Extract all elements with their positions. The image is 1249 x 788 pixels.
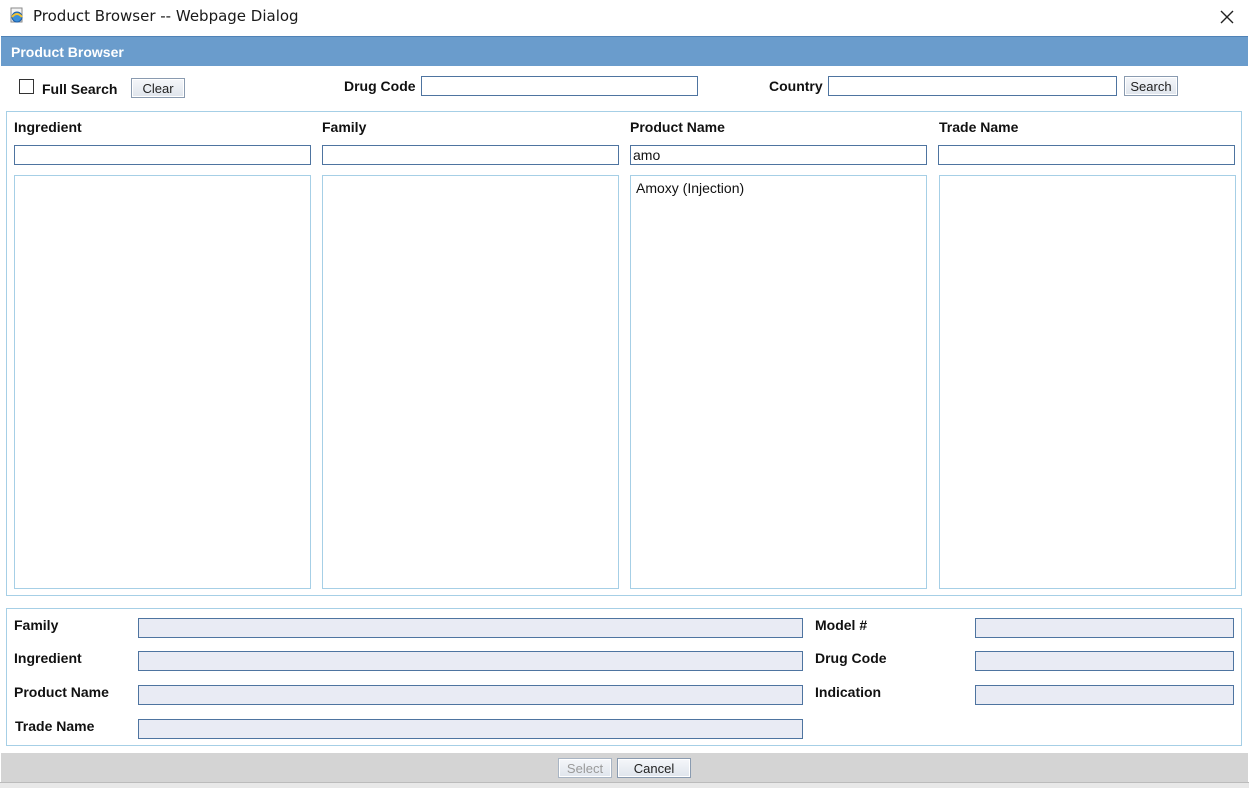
detail-label-product-name: Product Name [14, 684, 109, 700]
drug-code-label: Drug Code [344, 78, 416, 94]
country-label: Country [769, 78, 823, 94]
detail-ingredient-field [138, 651, 803, 671]
column-header-product-name: Product Name [630, 119, 725, 135]
detail-label-family: Family [14, 617, 59, 633]
dialog-title: Product Browser [11, 44, 124, 60]
detail-label-ingredient: Ingredient [14, 650, 82, 666]
ingredient-list[interactable] [14, 175, 311, 589]
detail-family-field [138, 618, 803, 638]
detail-label-model: Model # [815, 617, 868, 633]
window-titlebar: Product Browser -- Webpage Dialog [0, 0, 1249, 35]
cancel-button[interactable]: Cancel [617, 758, 691, 778]
full-search-label: Full Search [42, 81, 118, 97]
search-button[interactable]: Search [1124, 76, 1178, 96]
underlying-page-strip [0, 782, 1249, 788]
detail-indication-field [975, 685, 1234, 705]
dialog-footer: Select Cancel [1, 753, 1248, 782]
ingredient-filter-input[interactable] [14, 145, 311, 165]
detail-label-indication: Indication [815, 684, 882, 700]
drug-code-input[interactable] [421, 76, 698, 96]
column-header-family: Family [322, 119, 367, 135]
detail-label-trade-name: Trade Name [15, 718, 95, 734]
country-input[interactable] [828, 76, 1117, 96]
detail-trade-name-field [138, 719, 803, 739]
detail-product-name-field [138, 685, 803, 705]
clear-button[interactable]: Clear [131, 78, 185, 98]
detail-model-field [975, 618, 1234, 638]
close-icon[interactable] [1212, 4, 1242, 30]
detail-label-drug-code: Drug Code [815, 650, 887, 666]
product-name-list[interactable]: Amoxy (Injection) [630, 175, 927, 589]
trade-name-filter-input[interactable] [938, 145, 1235, 165]
family-filter-input[interactable] [322, 145, 619, 165]
full-search-checkbox[interactable] [19, 79, 34, 94]
product-name-filter-input[interactable]: amo [630, 145, 927, 165]
dialog-header: Product Browser [1, 36, 1248, 66]
trade-name-list[interactable] [939, 175, 1236, 589]
details-panel: Family Ingredient Product Name Trade Nam… [6, 608, 1242, 746]
select-button[interactable]: Select [558, 758, 612, 778]
browser-panel: Ingredient Family Product Name amo Amoxy… [6, 111, 1242, 596]
column-header-ingredient: Ingredient [14, 119, 82, 135]
detail-drug-code-field [975, 651, 1234, 671]
ie-page-icon [8, 7, 26, 25]
column-header-trade-name: Trade Name [939, 119, 1019, 135]
list-item[interactable]: Amoxy (Injection) [636, 180, 744, 196]
family-list[interactable] [322, 175, 619, 589]
window-title: Product Browser -- Webpage Dialog [33, 7, 299, 25]
